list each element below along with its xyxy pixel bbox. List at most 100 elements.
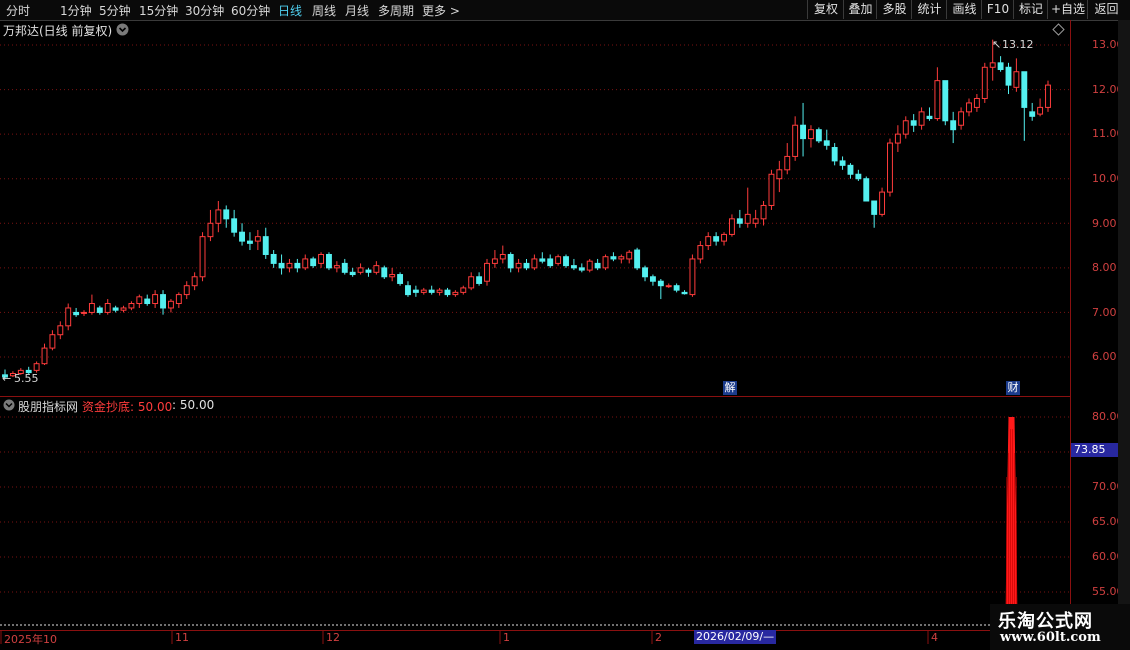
candle[interactable] [33, 361, 40, 373]
candle[interactable] [405, 281, 411, 297]
candle[interactable] [1005, 62, 1012, 95]
candle[interactable] [444, 287, 451, 297]
candle[interactable] [326, 252, 332, 271]
candle[interactable] [768, 169, 775, 210]
candle[interactable] [436, 287, 443, 296]
tf-tab-more[interactable]: 更多 > [422, 2, 460, 19]
candle[interactable] [278, 254, 285, 275]
candle[interactable] [1021, 71, 1028, 141]
candle[interactable] [728, 214, 735, 237]
candle[interactable] [144, 294, 151, 306]
candle[interactable] [902, 116, 909, 139]
candle[interactable] [81, 310, 87, 316]
candle[interactable] [191, 272, 198, 291]
candle[interactable] [887, 138, 893, 197]
candle[interactable] [112, 305, 119, 313]
tf-tab-daily[interactable]: 日线 [278, 2, 302, 19]
candle[interactable] [839, 156, 846, 170]
candle[interactable] [270, 250, 277, 268]
indicator-spike[interactable] [1005, 417, 1018, 626]
tf-tab-60min[interactable]: 60分钟 [231, 2, 270, 19]
candle[interactable] [808, 125, 814, 148]
candle[interactable] [428, 285, 435, 295]
candle[interactable] [523, 258, 530, 271]
candle[interactable] [626, 250, 633, 264]
candle[interactable] [547, 254, 554, 268]
candle[interactable] [73, 307, 80, 317]
draw-button[interactable]: 画线 [946, 0, 982, 19]
candle[interactable] [697, 241, 704, 264]
candle[interactable] [389, 267, 396, 282]
candle[interactable] [784, 143, 791, 175]
tf-tab-15min[interactable]: 15分钟 [139, 2, 178, 19]
candle[interactable] [721, 232, 727, 246]
candle[interactable] [231, 209, 238, 237]
finance-marker[interactable]: 财 [1006, 381, 1020, 395]
candle[interactable] [531, 254, 538, 271]
candle[interactable] [610, 252, 617, 262]
candle[interactable] [49, 330, 56, 351]
candle[interactable] [246, 232, 253, 251]
candle[interactable] [973, 94, 980, 112]
candle[interactable] [926, 107, 933, 121]
candle[interactable] [136, 294, 143, 308]
candle[interactable] [815, 127, 822, 144]
candle[interactable] [634, 247, 641, 271]
candle[interactable] [863, 176, 870, 202]
candle[interactable] [855, 169, 862, 181]
candle[interactable] [934, 67, 941, 121]
candle[interactable] [800, 102, 807, 157]
candle[interactable] [254, 229, 261, 251]
candle[interactable] [239, 223, 245, 246]
candle[interactable] [618, 254, 625, 264]
candle[interactable] [452, 290, 459, 297]
candle[interactable] [1045, 80, 1051, 112]
candle[interactable] [160, 290, 166, 315]
add-watchlist-button[interactable]: +自选 [1047, 0, 1088, 19]
multi-stock-button[interactable]: 多股 [876, 0, 912, 19]
unlock-marker[interactable]: 解 [723, 381, 737, 395]
tf-tab-fenshi[interactable]: 分时 [6, 2, 30, 19]
candle[interactable] [555, 254, 562, 266]
candle[interactable] [689, 254, 696, 297]
candle[interactable] [847, 163, 854, 179]
tf-tab-weekly[interactable]: 周线 [312, 2, 336, 19]
candle[interactable] [950, 111, 957, 144]
candle[interactable] [175, 292, 182, 308]
candle[interactable] [563, 254, 569, 268]
tf-tab-monthly[interactable]: 月线 [345, 2, 369, 19]
candle[interactable] [373, 261, 380, 275]
candle[interactable] [642, 265, 648, 282]
candle[interactable] [104, 299, 111, 315]
candle[interactable] [681, 290, 688, 295]
candle[interactable] [665, 283, 672, 288]
candle[interactable] [586, 258, 593, 273]
candle[interactable] [357, 263, 364, 275]
candle[interactable] [199, 232, 206, 282]
candle[interactable] [57, 321, 64, 340]
candle[interactable] [341, 258, 348, 275]
tf-tab-5min[interactable]: 5分钟 [99, 2, 131, 19]
candle[interactable] [1029, 102, 1036, 121]
diamond-icon[interactable] [1052, 23, 1065, 36]
candle[interactable] [958, 107, 965, 130]
tf-tab-30min[interactable]: 30分钟 [185, 2, 224, 19]
candle[interactable] [41, 343, 48, 366]
candle[interactable] [167, 299, 174, 313]
candle[interactable] [570, 258, 577, 271]
candle[interactable] [918, 107, 925, 130]
back-button[interactable]: 返回 [1087, 0, 1125, 19]
candle[interactable] [120, 305, 127, 313]
candle[interactable] [515, 258, 522, 273]
tf-tab-multi[interactable]: 多周期 [378, 2, 414, 19]
candle[interactable] [1037, 98, 1044, 117]
candle[interactable] [499, 245, 506, 264]
tf-tab-1min[interactable]: 1分钟 [60, 2, 92, 19]
candle[interactable] [910, 114, 917, 132]
candle[interactable] [879, 187, 886, 217]
indicator-chart[interactable] [0, 397, 1070, 630]
candle[interactable] [594, 258, 601, 271]
candle[interactable] [713, 232, 720, 246]
candle[interactable] [460, 285, 467, 295]
candle[interactable] [776, 160, 783, 193]
